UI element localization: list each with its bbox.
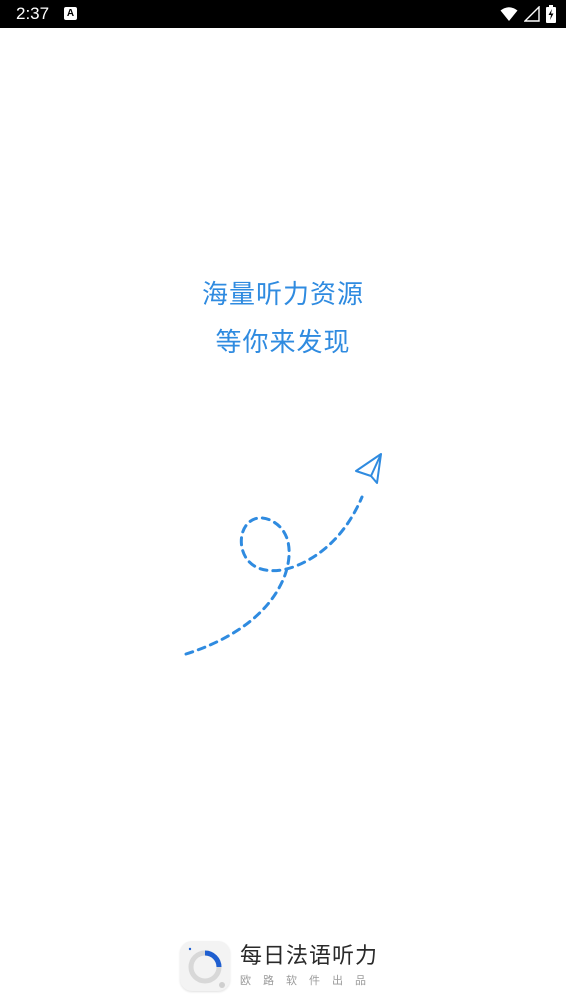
paper-plane-icon (355, 453, 382, 484)
wifi-icon (500, 7, 518, 21)
dashed-loop-path (184, 495, 364, 656)
app-logo-icon (180, 941, 230, 991)
status-icons (500, 4, 556, 24)
status-time: 2:37 (16, 4, 50, 23)
brand-text: 每日法语听力 欧路软件出品 (240, 943, 378, 989)
battery-charging-icon (546, 5, 556, 23)
signal-icon (524, 6, 540, 22)
flight-illustration (184, 453, 382, 656)
status-bar: 2:37 A (0, 0, 566, 28)
slogan-line-1: 海量听力资源 (201, 280, 364, 310)
slogan-line-2: 等你来发现 (215, 328, 351, 358)
brand-footer: 每日法语听力 欧路软件出品 (180, 940, 378, 992)
notification-icon: A (64, 7, 77, 20)
app-publisher: 欧路软件出品 (240, 974, 378, 987)
splash-screen: 2:37 A 海量听力资源 等你来发现 每日法语听力 欧路软件出品 (0, 0, 566, 1008)
app-name: 每日法语听力 (240, 944, 379, 969)
